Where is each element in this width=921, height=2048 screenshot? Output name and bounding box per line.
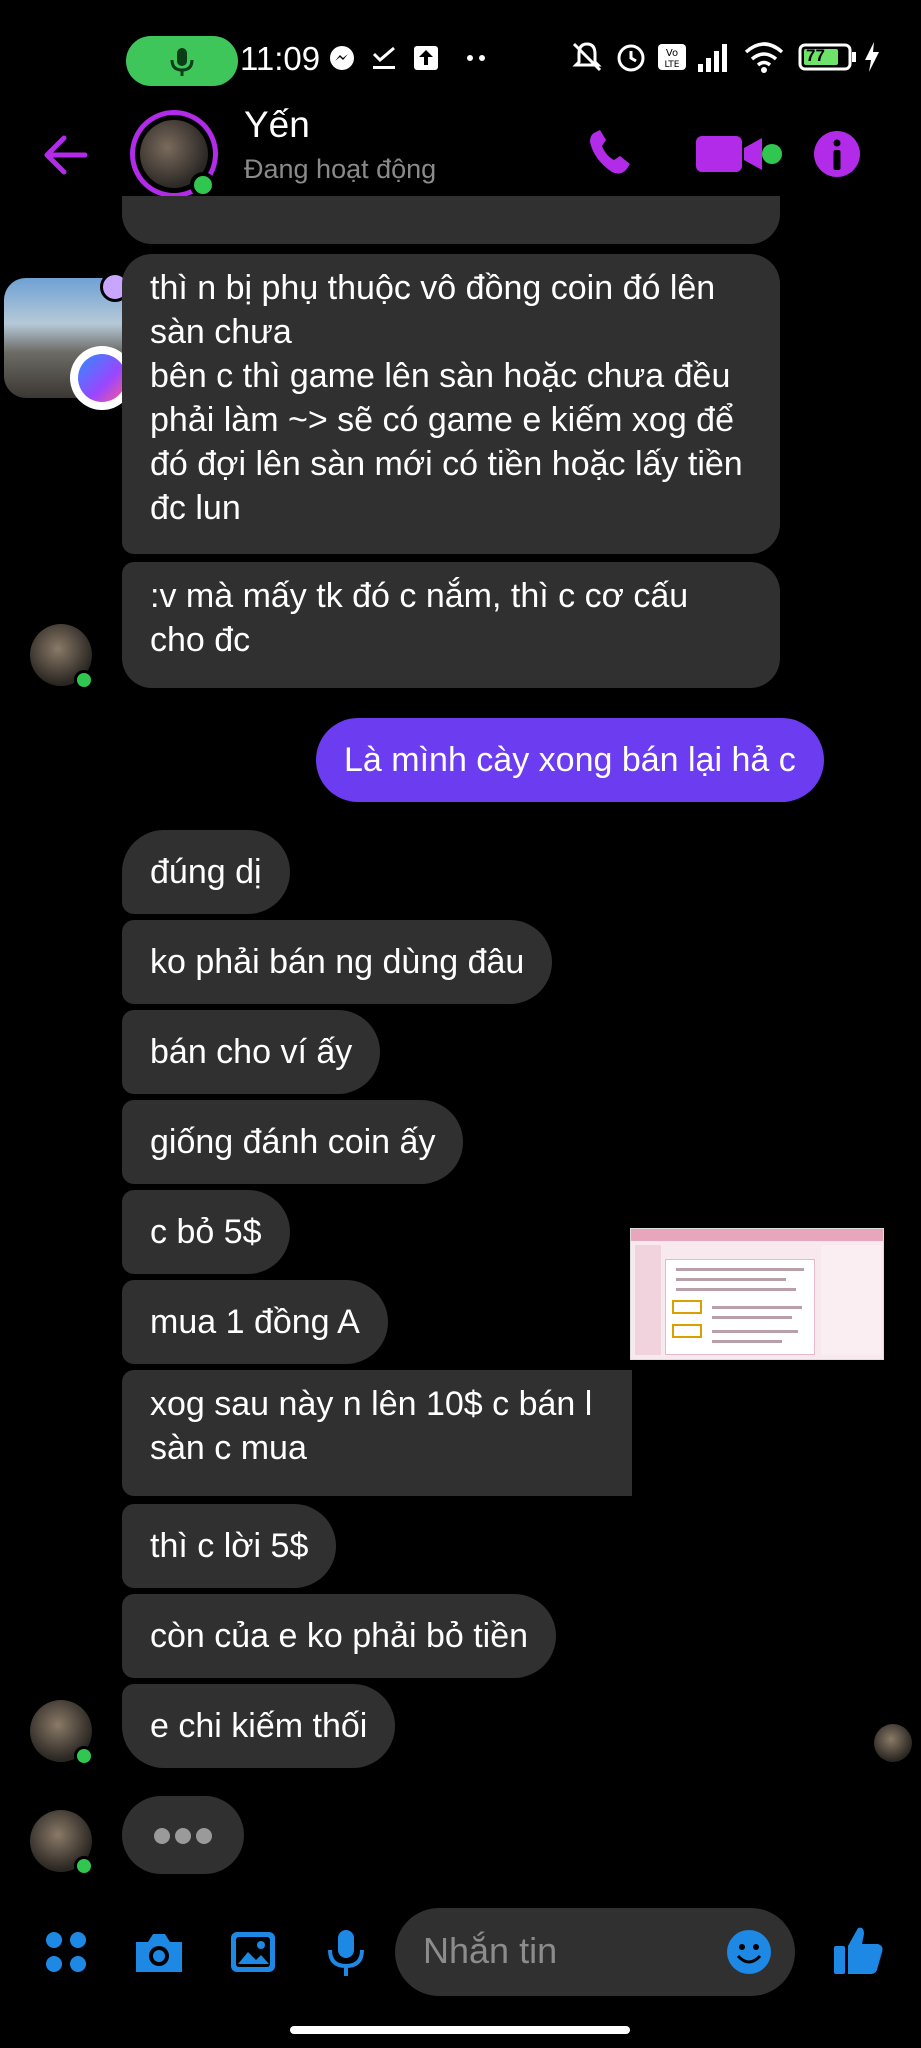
voice-record-icon[interactable] (326, 1928, 366, 1980)
contact-name[interactable]: Yến (244, 104, 310, 146)
mute-bell-icon (572, 42, 602, 72)
message-bubble[interactable]: mua 1 đồng A (122, 1280, 388, 1364)
seen-receipt-avatar (874, 1724, 912, 1762)
camera-icon[interactable] (132, 1928, 186, 1976)
typing-indicator (122, 1796, 244, 1874)
microphone-icon (170, 48, 194, 76)
thumbs-up-icon[interactable] (832, 1922, 886, 1978)
gallery-icon[interactable] (228, 1928, 278, 1976)
online-indicator (74, 670, 94, 690)
active-mic-indicator[interactable] (126, 36, 238, 86)
more-notifications-icon (467, 55, 485, 61)
emoji-icon[interactable] (725, 1928, 773, 1976)
messenger-notification-icon (330, 46, 354, 70)
online-indicator (74, 1856, 94, 1876)
message-bubble-partial[interactable] (122, 196, 780, 244)
wifi-icon (744, 42, 784, 73)
charging-icon (865, 42, 879, 72)
message-input-placeholder: Nhắn tin (423, 1930, 558, 1971)
online-indicator (74, 1746, 94, 1766)
message-bubble[interactable]: e chi kiếm thối (122, 1684, 396, 1768)
message-bubble[interactable]: đúng dị (122, 830, 290, 914)
alarm-icon (617, 44, 645, 72)
back-arrow-icon[interactable] (40, 130, 90, 180)
phone-call-icon[interactable] (584, 126, 640, 182)
status-time: 11:09 (240, 40, 321, 77)
download-done-icon (372, 46, 395, 69)
message-bubble[interactable]: ko phải bán ng dùng đâu (122, 920, 553, 1004)
message-bubble[interactable]: thì c lời 5$ (122, 1504, 337, 1588)
message-bubble[interactable]: giống đánh coin ấy (122, 1100, 464, 1184)
signal-icon (698, 44, 727, 72)
message-bubble[interactable]: :v mà mấy tk đó c nắm, thì c cơ cấu cho … (122, 562, 780, 688)
message-input[interactable]: Nhắn tin (395, 1908, 795, 1996)
home-indicator[interactable] (290, 2026, 630, 2034)
screenshot-thumbnail[interactable] (630, 1228, 884, 1360)
message-composer: Nhắn tin (0, 1900, 921, 2010)
apps-menu-icon[interactable] (42, 1928, 90, 1976)
online-indicator (190, 172, 216, 198)
svg-text:Vo: Vo (666, 48, 678, 59)
battery-level: 77 (806, 46, 825, 65)
contact-status: Đang hoạt động (244, 154, 437, 184)
volte-icon: Vo LTE (658, 44, 686, 70)
message-bubble[interactable]: thì n bị phụ thuộc vô đồng coin đó lên s… (122, 254, 780, 554)
message-bubble[interactable]: còn của e ko phải bỏ tiền (122, 1594, 557, 1678)
svg-text:LTE: LTE (665, 60, 680, 70)
sent-message-bubble[interactable]: Là mình cày xong bán lại hả c (316, 718, 824, 802)
message-bubble[interactable]: xog sau này n lên 10$ c bán l sàn c mua (122, 1370, 632, 1496)
info-icon[interactable] (812, 126, 862, 182)
upload-icon (414, 46, 438, 70)
video-call-icon[interactable] (694, 126, 788, 182)
message-bubble[interactable]: c bỏ 5$ (122, 1190, 290, 1274)
message-bubble[interactable]: bán cho ví ấy (122, 1010, 381, 1094)
